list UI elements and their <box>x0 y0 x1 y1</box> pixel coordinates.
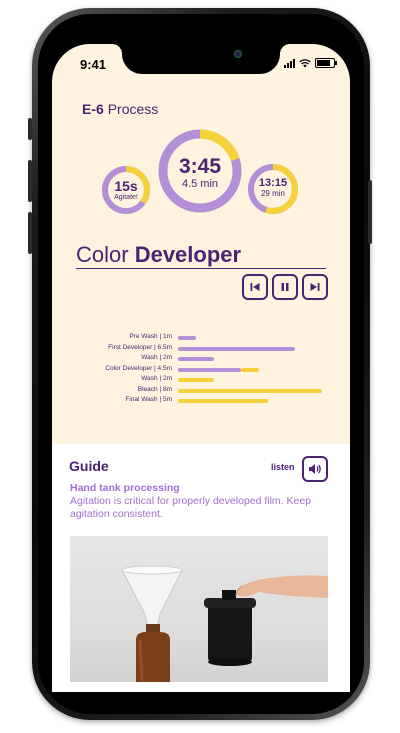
main-timer: 3:45 4.5 min <box>157 155 243 191</box>
listen-button[interactable] <box>302 456 328 482</box>
previous-button[interactable] <box>242 274 268 300</box>
title-divider <box>76 268 326 269</box>
skip-previous-icon <box>250 283 260 291</box>
listen-label: listen <box>271 462 295 472</box>
next-button[interactable] <box>302 274 328 300</box>
process-word: Process <box>107 101 159 117</box>
pause-icon <box>281 283 289 291</box>
total-timer-value: 13:15 <box>258 177 288 189</box>
chart-bar-completed <box>178 357 214 361</box>
chart-bar-remaining <box>178 399 268 403</box>
chart-bar-remaining <box>178 378 214 382</box>
chart-category-label: Bleach | 8m <box>137 385 172 393</box>
hand-tank-illustration <box>121 565 328 682</box>
chart-bar-completed <box>178 336 196 340</box>
chart-bar-remaining <box>241 367 259 372</box>
step-prefix: Color <box>76 242 129 267</box>
main-timer-sub: 4.5 min <box>181 178 219 190</box>
chart-category-label: Final Wash | 5m <box>125 396 172 403</box>
chart-category-label: First Developer | 6.5m <box>108 343 172 351</box>
status-time: 9:41 <box>80 57 107 72</box>
main-timer-value: 3:45 <box>178 155 222 178</box>
agitate-timer: 15s Agitate! <box>100 178 152 201</box>
chart-bar-completed <box>178 367 241 372</box>
power-button <box>368 180 372 244</box>
guide-photo <box>70 536 328 682</box>
pause-button[interactable] <box>272 274 298 300</box>
wifi-icon <box>299 58 311 67</box>
guide-title: Guide <box>69 458 109 474</box>
chart-bar-remaining <box>178 388 322 393</box>
chart-category-label: Wash | 2m <box>141 354 172 361</box>
status-icons <box>284 58 337 68</box>
agitate-label: Agitate! <box>114 194 138 201</box>
speaker-icon <box>309 464 321 474</box>
total-timer-sub: 29 min <box>260 189 285 198</box>
battery-icon <box>315 58 337 68</box>
step-title: Color Developer <box>76 242 241 268</box>
signal-icon <box>284 58 295 68</box>
mute-switch <box>28 118 32 140</box>
step-name: Developer <box>134 242 242 267</box>
guide-heading: Hand tank processing <box>70 482 180 494</box>
chart-category-label: Pre Wash | 1m <box>129 333 172 340</box>
skip-next-icon <box>310 283 320 291</box>
total-timer: 13:15 29 min <box>246 177 300 198</box>
chart-bar-completed <box>178 346 295 351</box>
camera-icon <box>234 50 242 58</box>
process-code: E-6 <box>82 101 104 117</box>
process-title: E-6 Process <box>82 101 158 117</box>
agitate-value: 15s <box>114 178 138 194</box>
volume-up-button <box>28 160 32 202</box>
notch <box>112 44 290 74</box>
chart-category-label: Wash | 2m <box>141 375 172 382</box>
guide-body: Agitation is critical for properly devel… <box>70 495 312 520</box>
volume-down-button <box>28 212 32 254</box>
chart-category-label: Color Developer | 4.5m <box>105 364 172 372</box>
